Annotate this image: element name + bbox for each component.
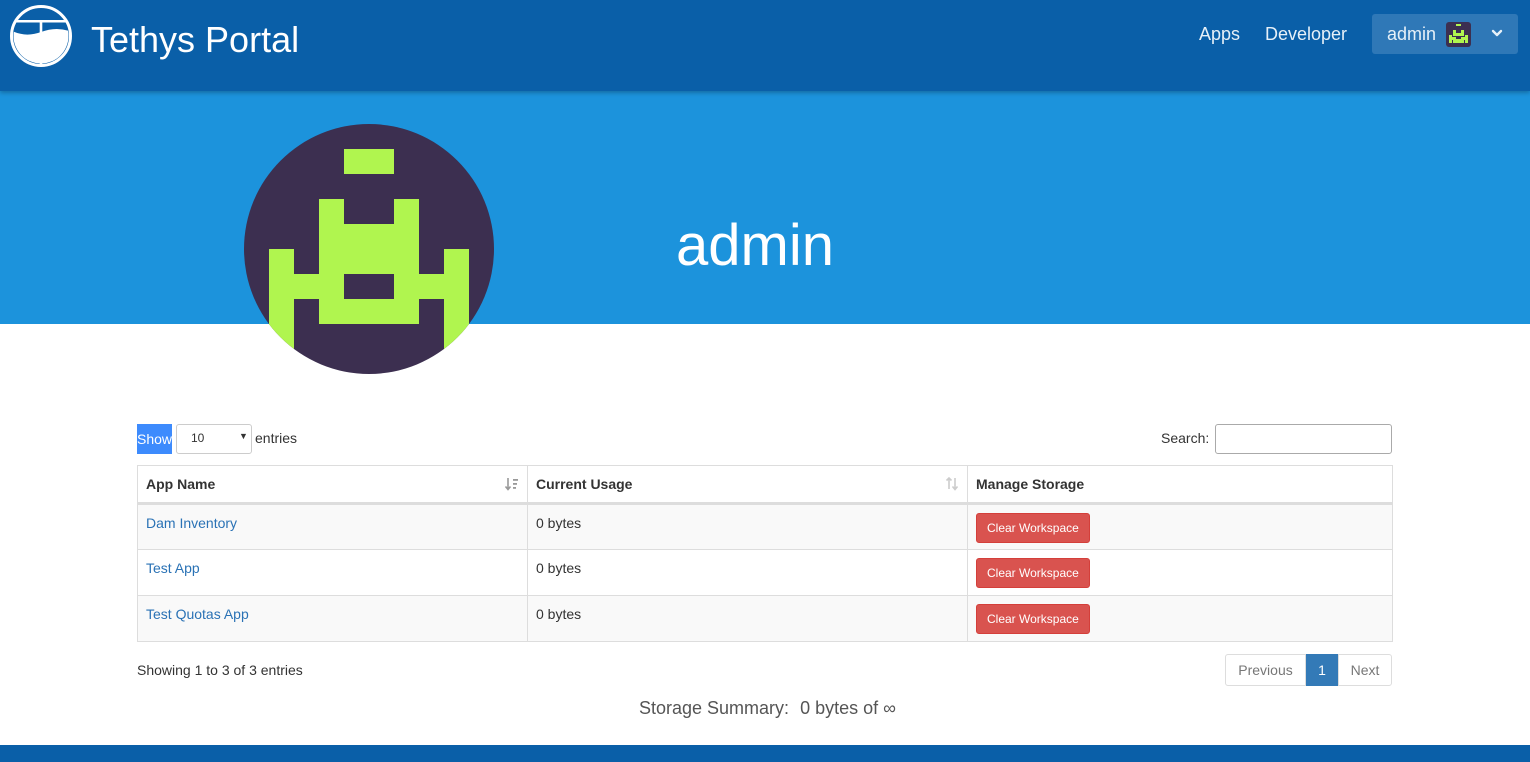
user-avatar-icon — [1446, 22, 1471, 47]
table-row: Test Quotas App 0 bytes Clear Workspace — [137, 595, 1393, 642]
search-label: Search: — [1161, 430, 1210, 446]
page-length-select[interactable]: 10 ▼ — [176, 424, 252, 454]
user-menu-button[interactable]: admin — [1372, 14, 1518, 54]
pagination-next-button[interactable]: Next — [1338, 654, 1392, 686]
page-length-value: 10 — [191, 431, 205, 445]
usage-cell: 0 bytes — [527, 503, 968, 550]
column-header-current-usage[interactable]: Current Usage — [527, 465, 968, 505]
storage-summary-label: Storage Summary: — [639, 698, 790, 718]
clear-workspace-button[interactable]: Clear Workspace — [976, 558, 1090, 588]
app-link[interactable]: Dam Inventory — [146, 515, 237, 531]
entries-label: entries — [255, 430, 298, 446]
sort-ascending-icon — [505, 478, 518, 491]
show-label: Show — [137, 424, 172, 454]
chevron-down-icon — [1491, 29, 1503, 37]
app-link[interactable]: Test App — [146, 560, 200, 576]
nav-developer-link[interactable]: Developer — [1265, 23, 1347, 45]
storage-summary-value: 0 bytes of ∞ — [800, 698, 896, 718]
tethys-logo-icon[interactable] — [10, 5, 72, 67]
app-storage-table: App Name Current Usage Manage Storage Da… — [137, 465, 1393, 642]
column-header-label: App Name — [146, 476, 216, 492]
table-row: Test App 0 bytes Clear Workspace — [137, 549, 1393, 596]
column-header-label: Current Usage — [536, 476, 633, 492]
search-input[interactable] — [1215, 424, 1392, 454]
profile-avatar — [244, 124, 494, 374]
pagination: Previous 1 Next — [1225, 654, 1392, 686]
page-footer — [0, 745, 1530, 762]
brand-title[interactable]: Tethys Portal — [91, 19, 299, 61]
top-navbar: Tethys Portal Apps Developer admin — [0, 0, 1530, 91]
clear-workspace-button[interactable]: Clear Workspace — [976, 604, 1090, 634]
sort-both-icon — [945, 477, 959, 491]
pagination-previous-button[interactable]: Previous — [1225, 654, 1306, 686]
usage-cell: 0 bytes — [527, 595, 968, 642]
select-arrow-icon: ▼ — [239, 431, 248, 441]
table-row: Dam Inventory 0 bytes Clear Workspace — [137, 503, 1393, 550]
clear-workspace-button[interactable]: Clear Workspace — [976, 513, 1090, 543]
column-header-label: Manage Storage — [976, 476, 1085, 492]
profile-banner: admin — [0, 91, 1530, 324]
app-link[interactable]: Test Quotas App — [146, 606, 249, 622]
pagination-page-1-button[interactable]: 1 — [1306, 654, 1338, 686]
column-header-manage-storage: Manage Storage — [967, 465, 1393, 505]
profile-username: admin — [676, 213, 834, 278]
usage-cell: 0 bytes — [527, 549, 968, 596]
storage-summary: Storage Summary: 0 bytes of ∞ — [639, 697, 896, 719]
user-menu-name: admin — [1387, 24, 1437, 44]
nav-apps-link[interactable]: Apps — [1199, 23, 1240, 45]
column-header-app-name[interactable]: App Name — [137, 465, 528, 505]
table-info: Showing 1 to 3 of 3 entries — [137, 662, 303, 678]
